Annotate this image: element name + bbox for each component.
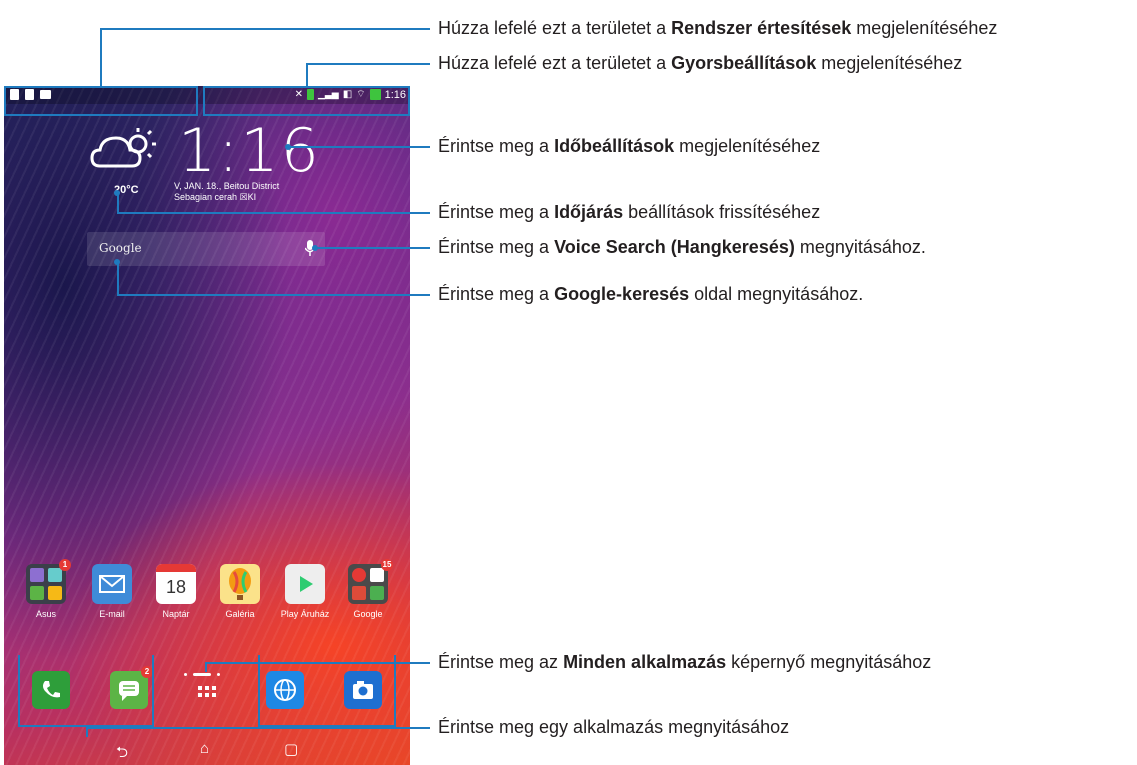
callout-open-app: Érintse meg egy alkalmazás megnyitásához bbox=[438, 717, 790, 737]
callout-line bbox=[306, 63, 430, 65]
google-folder-icon: 15 bbox=[348, 559, 393, 604]
search-placeholder: Google bbox=[99, 241, 142, 255]
callout-line bbox=[100, 28, 102, 86]
callout-quick-settings: Húzza lefelé ezt a területet a Gyorsbeál… bbox=[438, 53, 963, 73]
callout-point bbox=[114, 190, 120, 196]
callout-voice-search: Érintse meg a Voice Search (Hangkeresés)… bbox=[438, 237, 926, 257]
navigation-bar: ⮌ ⌂ ▢ bbox=[4, 738, 410, 765]
recents-icon[interactable]: ▢ bbox=[284, 740, 298, 758]
callout-line bbox=[117, 193, 119, 213]
callout-line bbox=[117, 212, 430, 214]
weather-line: Sebagian cerah ☒KI bbox=[174, 192, 257, 202]
callout-notifications: Húzza lefelé ezt a területet a Rendszer … bbox=[438, 18, 998, 38]
callout-point bbox=[312, 245, 318, 251]
all-apps-icon[interactable] bbox=[188, 671, 226, 709]
clock-widget[interactable]: 1:16 bbox=[178, 116, 321, 186]
app-label: Naptár bbox=[162, 609, 190, 619]
callout-line bbox=[86, 727, 430, 729]
callout-point bbox=[114, 259, 120, 265]
app-label: E-mail bbox=[99, 609, 125, 619]
callout-line bbox=[288, 146, 430, 148]
callout-google-search: Érintse meg a Google-keresés oldal megny… bbox=[438, 284, 864, 304]
app-google[interactable]: 15 Google bbox=[342, 559, 394, 619]
app-label: Google bbox=[353, 609, 383, 619]
callout-time-settings: Érintse meg a Időbeállítások megjeleníté… bbox=[438, 136, 821, 156]
weather-icon[interactable] bbox=[90, 126, 160, 181]
app-frame-left bbox=[18, 655, 154, 727]
callout-line bbox=[100, 28, 430, 30]
callout-line bbox=[117, 294, 430, 296]
calendar-icon: 18 bbox=[156, 564, 196, 604]
date-line: V, JAN. 18., Beitou District bbox=[174, 181, 280, 191]
badge: 1 bbox=[59, 559, 71, 571]
app-calendar[interactable]: 18 Naptár bbox=[150, 564, 202, 619]
app-gallery[interactable]: Galéria bbox=[214, 564, 266, 619]
app-label: Asus bbox=[35, 609, 56, 619]
play-store-icon bbox=[285, 564, 325, 604]
mail-icon bbox=[92, 564, 132, 604]
app-play-store[interactable]: Play Áruház bbox=[279, 564, 331, 619]
google-search-bar[interactable]: Google bbox=[87, 232, 325, 266]
notification-area-frame bbox=[4, 86, 198, 116]
callout-line bbox=[117, 262, 119, 295]
callout-line bbox=[306, 63, 308, 86]
home-icon[interactable]: ⌂ bbox=[200, 740, 209, 757]
quick-settings-area-frame bbox=[203, 86, 410, 116]
app-email[interactable]: E-mail bbox=[86, 564, 138, 619]
folder-icon: 1 bbox=[26, 559, 71, 604]
callout-line bbox=[205, 662, 207, 672]
app-label: Galéria bbox=[225, 609, 255, 619]
callout-line bbox=[86, 727, 88, 737]
callout-point bbox=[285, 144, 291, 150]
back-icon[interactable]: ⮌ bbox=[116, 742, 128, 765]
calendar-day: 18 bbox=[165, 577, 187, 597]
badge: 15 bbox=[381, 559, 393, 571]
callout-weather: Érintse meg a Időjárás beállítások friss… bbox=[438, 202, 821, 222]
balloon-icon bbox=[220, 564, 260, 604]
app-asus[interactable]: 1 Asus bbox=[20, 559, 72, 619]
callout-line bbox=[315, 247, 430, 249]
callout-line bbox=[205, 662, 430, 664]
date-weather-text: V, JAN. 18., Beitou District Sebagian ce… bbox=[174, 181, 279, 203]
app-frame-right bbox=[258, 655, 396, 727]
callout-all-apps: Érintse meg az Minden alkalmazás képerny… bbox=[438, 652, 932, 672]
app-label: Play Áruház bbox=[280, 609, 330, 619]
